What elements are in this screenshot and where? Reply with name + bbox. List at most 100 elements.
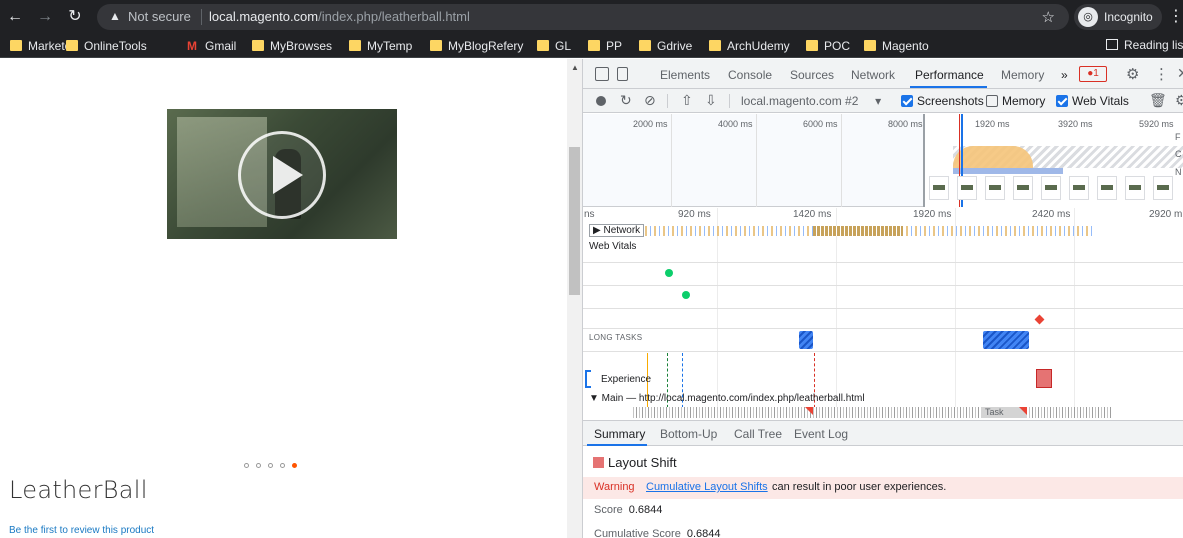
tab-elements[interactable]: Elements xyxy=(660,68,710,82)
capture-settings-icon[interactable]: ⚙ xyxy=(1175,92,1183,109)
tab-memory[interactable]: Memory xyxy=(1001,68,1044,82)
gallery-dot[interactable] xyxy=(268,463,273,468)
back-arrow-icon[interactable]: ← xyxy=(4,6,26,28)
tab-summary[interactable]: Summary xyxy=(594,427,645,441)
tab-console[interactable]: Console xyxy=(728,68,772,82)
web-vitals-checkbox[interactable]: Web Vitals xyxy=(1056,94,1129,108)
screenshot-thumb[interactable] xyxy=(1153,176,1173,200)
layout-shift-swatch xyxy=(593,457,604,468)
overview-side-label: N xyxy=(1175,167,1182,177)
gallery-dot[interactable] xyxy=(280,463,285,468)
scroll-thumb[interactable] xyxy=(569,147,580,295)
bookmark-item[interactable]: PP xyxy=(588,38,622,54)
close-icon[interactable]: ✕ xyxy=(1177,65,1183,82)
main-thread-tasks[interactable] xyxy=(633,407,1113,418)
screenshot-thumb[interactable] xyxy=(1069,176,1089,200)
network-requests-cluster[interactable] xyxy=(813,226,903,236)
tab-call-tree[interactable]: Call Tree xyxy=(734,427,782,441)
review-link[interactable]: Be the first to review this product xyxy=(9,525,154,536)
bookmark-item[interactable]: MyBlogRefery xyxy=(430,38,523,54)
tab-network[interactable]: Network xyxy=(851,68,895,82)
address-bar[interactable]: ▲ Not secure local.magento.com/index.php… xyxy=(97,4,1069,30)
gallery-dot[interactable] xyxy=(244,463,249,468)
timing-marker xyxy=(814,353,815,413)
gallery-dot[interactable] xyxy=(256,463,261,468)
toolbar-divider xyxy=(667,94,668,108)
long-task-block[interactable] xyxy=(799,331,813,349)
screenshot-thumb[interactable] xyxy=(929,176,949,200)
product-video[interactable] xyxy=(167,109,397,239)
track-divider xyxy=(583,351,1183,352)
screenshot-thumb[interactable] xyxy=(1125,176,1145,200)
ruler-tick: ns xyxy=(584,209,595,220)
tab-sources[interactable]: Sources xyxy=(790,68,834,82)
screenshot-thumb[interactable] xyxy=(985,176,1005,200)
screenshot-thumb[interactable] xyxy=(957,176,977,200)
device-toolbar-icon[interactable] xyxy=(617,67,628,81)
bookmark-item[interactable]: MyTemp xyxy=(349,38,412,54)
record-icon[interactable] xyxy=(596,96,606,106)
reload-profile-icon[interactable]: ↻ xyxy=(620,92,632,109)
incognito-badge[interactable]: ◎ Incognito xyxy=(1074,4,1162,30)
timeline-overview[interactable]: 2000 ms 4000 ms 6000 ms 8000 ms 1920 ms … xyxy=(583,114,1183,207)
screenshot-strip xyxy=(925,176,1183,204)
profile-select[interactable]: local.magento.com #2 ▾ xyxy=(741,94,881,108)
screenshot-thumb[interactable] xyxy=(1013,176,1033,200)
long-task-block[interactable] xyxy=(983,331,1029,349)
security-label[interactable]: Not secure xyxy=(128,9,191,24)
inspect-element-icon[interactable] xyxy=(595,67,609,81)
bookmark-item[interactable]: M Gmail xyxy=(187,38,236,54)
star-icon[interactable]: ☆ xyxy=(1042,8,1055,26)
download-icon[interactable]: ⇩ xyxy=(705,92,717,109)
page-scrollbar[interactable]: ▲ xyxy=(567,59,582,538)
screenshot-thumb[interactable] xyxy=(1041,176,1061,200)
bookmark-item[interactable]: POC xyxy=(806,38,850,54)
warning-triangle-icon[interactable]: ▲ xyxy=(109,9,121,23)
scroll-up-icon[interactable]: ▲ xyxy=(571,63,579,72)
bookmark-item[interactable]: MyBrowses xyxy=(252,38,332,54)
overview-tick: 6000 ms xyxy=(803,119,838,129)
upload-icon[interactable]: ⇧ xyxy=(681,92,693,109)
warning-label: Warning xyxy=(594,481,635,493)
layout-shift-block[interactable] xyxy=(1036,369,1052,388)
overview-side-label: C xyxy=(1175,149,1182,159)
play-icon[interactable] xyxy=(238,131,326,219)
tab-performance[interactable]: Performance xyxy=(915,68,984,82)
network-track[interactable]: ▶ Network xyxy=(583,222,1183,238)
screenshots-checkbox[interactable]: Screenshots xyxy=(901,94,984,108)
clear-icon[interactable]: ⊘ xyxy=(644,92,656,109)
web-vital-marker-good[interactable] xyxy=(665,269,673,277)
devtools-panel: Elements Console Sources Network Perform… xyxy=(582,59,1183,538)
bookmark-item[interactable]: Marketo xyxy=(10,38,71,54)
reload-icon[interactable]: ↻ xyxy=(64,6,86,28)
web-vital-marker-good[interactable] xyxy=(682,291,690,299)
web-vital-marker-poor[interactable] xyxy=(1034,314,1045,325)
screenshot-thumb[interactable] xyxy=(1097,176,1117,200)
bookmark-item[interactable]: Magento xyxy=(864,38,929,54)
bookmark-item[interactable]: GL xyxy=(537,38,571,54)
checkbox-unchecked[interactable] xyxy=(986,95,998,107)
trash-icon[interactable]: 🗑 xyxy=(1149,92,1167,109)
tab-bottom-up[interactable]: Bottom-Up xyxy=(660,427,717,441)
tab-event-log[interactable]: Event Log xyxy=(794,427,848,441)
web-vitals-label: Web Vitals xyxy=(589,241,637,252)
timeline-gridline xyxy=(717,208,718,418)
reading-list-button[interactable]: Reading lis xyxy=(1106,38,1183,52)
main-thread-label[interactable]: ▼ Main — http://local.magento.com/index.… xyxy=(589,393,865,404)
url-text[interactable]: local.magento.com/index.php/leatherball.… xyxy=(209,9,470,24)
bookmark-item[interactable]: Gdrive xyxy=(639,38,692,54)
error-count-badge[interactable]: ●1 xyxy=(1079,66,1107,82)
devtools-menu-icon[interactable]: ⋮ xyxy=(1154,65,1169,83)
kebab-menu-icon[interactable]: ⋮ xyxy=(1168,6,1183,26)
bookmark-item[interactable]: OnlineTools xyxy=(66,38,147,54)
checkbox-checked[interactable] xyxy=(901,95,913,107)
cls-link[interactable]: Cumulative Layout Shifts xyxy=(646,481,768,493)
memory-checkbox[interactable]: Memory xyxy=(986,94,1045,108)
bookmark-item[interactable]: ArchUdemy xyxy=(709,38,790,54)
gallery-dot-active[interactable] xyxy=(292,463,297,468)
more-tabs-icon[interactable]: » xyxy=(1061,68,1068,82)
checkbox-checked[interactable] xyxy=(1056,95,1068,107)
forward-arrow-icon[interactable]: → xyxy=(34,6,56,28)
network-track-label[interactable]: ▶ Network xyxy=(589,224,645,237)
gear-icon[interactable]: ⚙ xyxy=(1126,65,1139,83)
